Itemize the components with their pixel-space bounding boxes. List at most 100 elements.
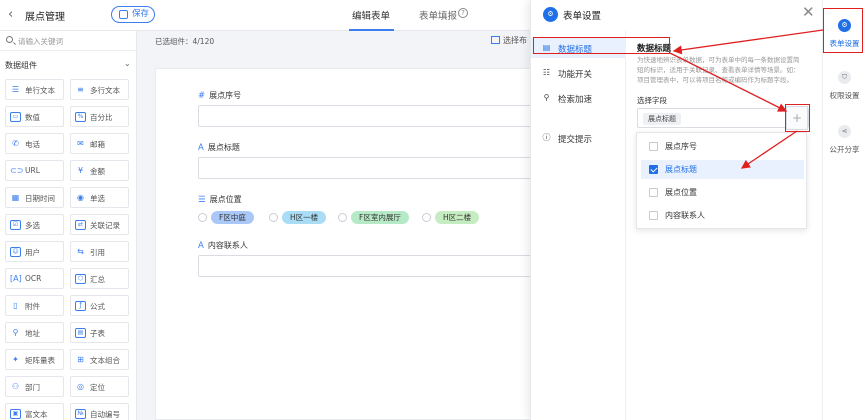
component-label: 矩阵量表 (25, 356, 55, 365)
number-field-icon: # (198, 91, 206, 101)
dropdown-option[interactable]: 展点位置 (641, 183, 804, 202)
tab-fill-form[interactable]: 表单填报 (419, 8, 457, 22)
component-calendar[interactable]: ▦ 日期时间 (5, 187, 64, 208)
component-label: 用户 (25, 248, 40, 257)
component-money[interactable]: ¥ 金额 (70, 160, 129, 181)
component-label: 电话 (25, 140, 40, 149)
component-email[interactable]: ✉ 邮箱 (70, 133, 129, 154)
single-line-text-icon: ☰ (11, 85, 20, 94)
checkbox[interactable] (649, 211, 658, 220)
submit-tip-icon: ⓘ (542, 133, 551, 142)
option-pill: F区室内展厅 (351, 211, 409, 224)
component-text-combine[interactable]: ⊞ 文本组合 (70, 349, 129, 370)
nav-search-accelerate[interactable]: ⚲ 检索加速 (531, 88, 626, 108)
tab-edit-form[interactable]: 编辑表单 (352, 8, 390, 22)
radio-icon[interactable] (198, 213, 207, 222)
rich-text-icon: ▣ (10, 409, 21, 419)
reference-icon: ⇆ (77, 247, 84, 256)
title-input[interactable] (198, 157, 538, 179)
link-icon: ⊂⊃ (10, 166, 24, 175)
component-subtable[interactable]: ▤ 子表 (70, 322, 129, 343)
number-icon: ▭ (10, 112, 21, 122)
component-label: 定位 (90, 383, 105, 392)
annotation-box-form-settings (823, 8, 863, 53)
option-pill: F区中庭 (211, 211, 254, 224)
permission-icon: ⛉ (838, 71, 851, 84)
formula-icon: ƒ (75, 301, 86, 311)
component-link[interactable]: ⊂⊃ URL (5, 160, 64, 181)
nav-feature-switch[interactable]: ☷ 功能开关 (531, 63, 626, 83)
component-matrix[interactable]: ✦ 矩阵量表 (5, 349, 64, 370)
component-checkbox[interactable]: ☑ 多选 (5, 214, 64, 235)
close-icon[interactable]: ✕ (802, 3, 815, 21)
dropdown-option[interactable]: 内容联系人 (641, 206, 804, 225)
ocr-icon: [A] (10, 274, 22, 283)
dropdown-option[interactable]: 展点序号 (641, 137, 804, 156)
group-title: 数据组件 (5, 61, 37, 70)
multi-line-text-icon: ≡ (77, 85, 84, 94)
dropdown-option[interactable]: 展点标题 (641, 160, 804, 179)
subtable-icon: ▤ (75, 328, 86, 338)
component-label: OCR (25, 274, 42, 283)
component-label: 多行文本 (90, 86, 120, 95)
chevron-down-icon[interactable]: ⌄ (124, 59, 131, 68)
choose-field-label: 选择字段 (637, 96, 667, 105)
component-multi-line-text[interactable]: ≡ 多行文本 (70, 79, 129, 100)
component-label: 自动编号 (90, 410, 120, 419)
component-search[interactable]: 请输入关键词 (0, 31, 137, 51)
feature-switch-icon: ☷ (542, 68, 551, 77)
checkbox[interactable] (649, 165, 658, 174)
annotation-box-add-field (785, 104, 810, 132)
component-ocr[interactable]: [A] OCR (5, 268, 64, 289)
component-auto-number[interactable]: № 自动编号 (70, 403, 129, 420)
component-single-line-text[interactable]: ☰ 单行文本 (5, 79, 64, 100)
component-department[interactable]: ⚇ 部门 (5, 376, 64, 397)
component-attachment[interactable]: ▯ 附件 (5, 295, 64, 316)
contact-input[interactable] (198, 255, 538, 277)
component-formula[interactable]: ƒ 公式 (70, 295, 129, 316)
seq-input[interactable] (198, 105, 538, 127)
summary-icon: ⬡ (75, 274, 86, 284)
relation-icon: ⇄ (75, 220, 86, 230)
back-chevron-icon[interactable]: ‹ (8, 7, 22, 23)
search-input[interactable]: 请输入关键词 (18, 36, 63, 47)
component-radio[interactable]: ◉ 单选 (70, 187, 129, 208)
nav-submit-tip[interactable]: ⓘ 提交提示 (531, 128, 626, 148)
component-user[interactable]: ☺ 用户 (5, 241, 64, 262)
component-percent[interactable]: % 百分比 (70, 106, 129, 127)
toolbar-share[interactable]: ⋖ 公开分享 (823, 114, 865, 164)
department-icon: ⚇ (11, 382, 20, 391)
title-field-select[interactable]: 展点标题 (637, 108, 809, 128)
component-sidebar: 请输入关键词 数据组件 ⌄ ☰ 单行文本 ≡ 多行文本 ▭ 数值 % 百分比 ✆ 电话 ✉ 邮箱 ⊂⊃ U… (0, 31, 137, 420)
checkbox-icon: ☑ (10, 220, 21, 230)
checkbox[interactable] (649, 142, 658, 151)
component-label: 文本组合 (90, 356, 120, 365)
component-location[interactable]: ⚲ 地址 (5, 322, 64, 343)
component-label: 单行文本 (25, 86, 55, 95)
radio-icon[interactable] (338, 213, 347, 222)
checkbox[interactable] (649, 188, 658, 197)
component-relation[interactable]: ⇄ 关联记录 (70, 214, 129, 235)
component-label: 多选 (25, 221, 40, 230)
option-pill: H区一楼 (282, 211, 327, 224)
component-phone[interactable]: ✆ 电话 (5, 133, 64, 154)
component-number[interactable]: ▭ 数值 (5, 106, 64, 127)
right-toolbar: ⚙ 表单设置 ⛉ 权限设置 ⋖ 公开分享 (822, 0, 865, 420)
component-label: URL (25, 166, 40, 175)
selected-field-tag: 展点标题 (643, 113, 681, 125)
component-geolocation[interactable]: ◎ 定位 (70, 376, 129, 397)
component-rich-text[interactable]: ▣ 富文本 (5, 403, 64, 420)
layout-button[interactable]: 选择布 (491, 35, 527, 46)
radio-icon[interactable] (269, 213, 278, 222)
component-label: 汇总 (90, 275, 105, 284)
radio-icon[interactable] (422, 213, 431, 222)
top-bar: ‹ 展点管理 保存 编辑表单 表单填报 ? (0, 0, 530, 31)
component-reference[interactable]: ⇆ 引用 (70, 241, 129, 262)
toolbar-permission[interactable]: ⛉ 权限设置 (823, 60, 865, 110)
component-label: 金额 (90, 167, 105, 176)
help-icon[interactable]: ? (458, 8, 468, 18)
component-summary[interactable]: ⬡ 汇总 (70, 268, 129, 289)
save-label: 保存 (132, 9, 150, 19)
text-field-icon: A (198, 143, 204, 153)
save-button[interactable]: 保存 (111, 6, 155, 23)
